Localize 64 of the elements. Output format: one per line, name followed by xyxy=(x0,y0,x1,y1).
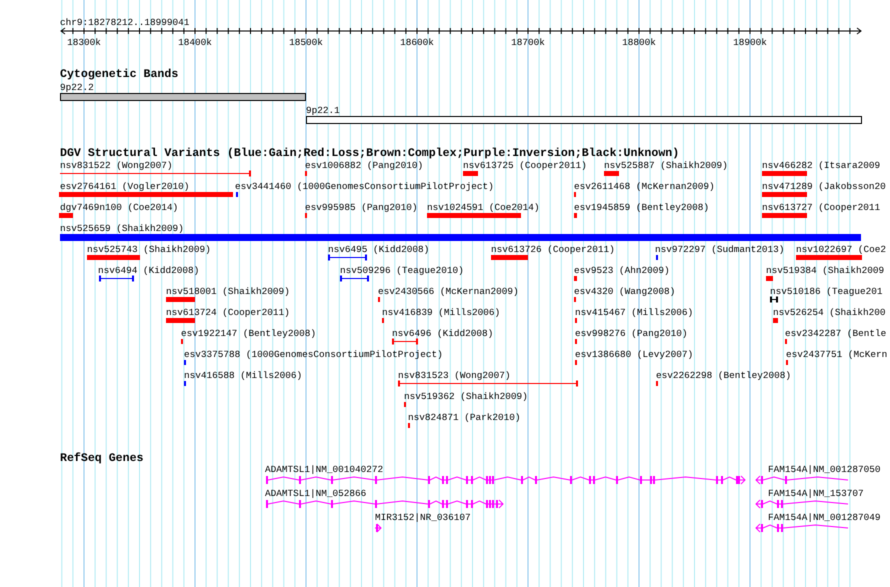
variant-label: nsv525659 (Shaikh2009) xyxy=(60,223,184,234)
variant-label: nsv526254 (Shaikh200 xyxy=(773,307,886,318)
variant-label: dgv7469n100 (Coe2014) xyxy=(60,202,178,213)
variant-label: esv1922147 (Bentley2008) xyxy=(181,328,316,339)
variant-label: esv2437751 (McKern xyxy=(786,349,888,360)
variant-label: esv995985 (Pang2010) xyxy=(305,202,418,213)
variant-label: nsv415467 (Mills2006) xyxy=(575,307,694,318)
variant-label: nsv613724 (Cooper2011) xyxy=(166,307,290,318)
variant-label: esv2262298 (Bentley2008) xyxy=(656,370,792,381)
variant-label: nsv416588 (Mills2006) xyxy=(184,370,302,381)
scale-label: 18300k xyxy=(67,37,101,48)
gene-label: MIR3152|NR_036107 xyxy=(375,512,471,523)
variant-label: nsv509296 (Teague2010) xyxy=(340,265,464,276)
variant-label: nsv831523 (Wong2007) xyxy=(398,370,511,381)
variant-label: nsv613726 (Cooper2011) xyxy=(491,244,615,255)
scale-label: 18700k xyxy=(511,37,545,48)
variant-label: esv4320 (Wang2008) xyxy=(574,286,676,297)
variant-label: nsv6494 (Kidd2008) xyxy=(98,265,200,276)
variant-label: nsv466282 (Itsara2009 xyxy=(762,160,880,171)
variant-label: esv1006882 (Pang2010) xyxy=(305,160,424,171)
variant-label: esv9523 (Ahn2009) xyxy=(574,265,670,276)
gene-label: ADAMTSL1|NM_001040272 xyxy=(265,464,384,475)
location-label: chr9:18278212..18999041 xyxy=(60,17,190,28)
variant-label: esv3441460 (1000GenomesConsortiumPilotProject) xyxy=(235,181,494,192)
gene-label: FAM154A|NM_153707 xyxy=(768,488,864,499)
variant-label: nsv1024591 (Coe2014) xyxy=(427,202,540,213)
gene-label: FAM154A|NM_001287050 xyxy=(768,464,881,475)
variant-label: nsv613727 (Cooper2011 xyxy=(762,202,880,213)
variant-label: nsv518001 (Shaikh2009) xyxy=(166,286,290,297)
gene-model-drawing xyxy=(374,524,382,532)
variant-label: nsv613725 (Cooper2011) xyxy=(463,160,587,171)
variant-label: nsv416839 (Mills2006) xyxy=(382,307,500,318)
track-title: RefSeq Genes xyxy=(60,452,144,465)
variant-label: esv3375788 (1000GenomesConsortiumPilotProject) xyxy=(184,349,443,360)
variant-label: esv2342287 (Bentle xyxy=(785,328,886,339)
band-label: 9p22.1 xyxy=(306,105,340,116)
variant-label: nsv519384 (Shaikh2009 xyxy=(766,265,884,276)
track-title: Cytogenetic Bands xyxy=(60,68,178,81)
gene-label: FAM154A|NM_001287049 xyxy=(768,512,881,523)
variant-label: nsv6496 (Kidd2008) xyxy=(392,328,494,339)
variant-label: esv998276 (Pang2010) xyxy=(575,328,688,339)
band-label: 9p22.2 xyxy=(60,82,94,93)
variant-label: nsv824871 (Park2010) xyxy=(408,412,521,423)
scale-label: 18400k xyxy=(178,37,212,48)
gene-label: ADAMTSL1|NM_052866 xyxy=(265,488,366,499)
variant-label: esv2611468 (McKernan2009) xyxy=(574,181,715,192)
track-title: DGV Structural Variants (Blue:Gain;Red:Loss;Brown:Complex;Purple:Inversion;Black:Unknown) xyxy=(60,147,680,160)
scale-label: 18600k xyxy=(400,37,434,48)
variant-label: nsv510186 (Teague201 xyxy=(770,286,883,297)
variant-label: nsv471289 (Jakobsson20 xyxy=(762,181,886,192)
scale-label: 18500k xyxy=(289,37,323,48)
variant-label: nsv972297 (Sudmant2013) xyxy=(655,244,784,255)
variant-label: esv1386680 (Levy2007) xyxy=(575,349,694,360)
variant-label: nsv1022697 (Coe2 xyxy=(796,244,886,255)
variant-label: nsv519362 (Shaikh2009) xyxy=(404,391,528,402)
variant-label: esv2430566 (McKernan2009) xyxy=(378,286,519,297)
variant-label: esv2764161 (Vogler2010) xyxy=(60,181,190,192)
scale-label: 18800k xyxy=(622,37,656,48)
variant-label: esv1945859 (Bentley2008) xyxy=(574,202,710,213)
variant-label: nsv525743 (Shaikh2009) xyxy=(87,244,211,255)
variant-label: nsv6495 (Kidd2008) xyxy=(328,244,430,255)
variant-label: nsv525887 (Shaikh2009) xyxy=(604,160,728,171)
scale-label: 18900k xyxy=(733,37,767,48)
variant-label: nsv831522 (Wong2007) xyxy=(60,160,173,171)
